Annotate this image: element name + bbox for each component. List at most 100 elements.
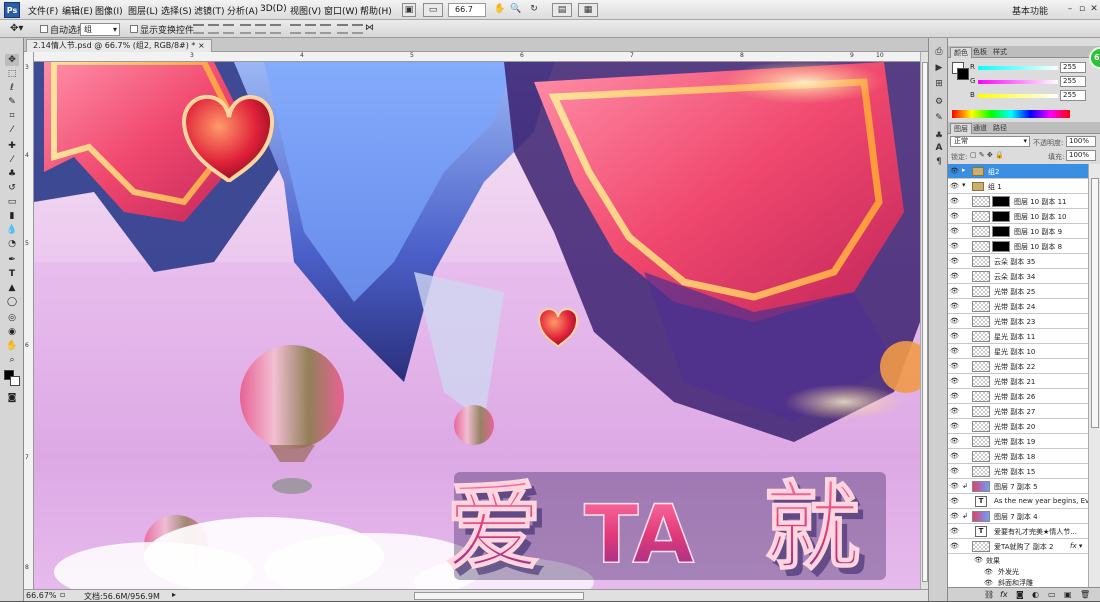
layer-row[interactable]: 👁 光带 副本 18	[948, 449, 1088, 464]
type-tool-icon[interactable]: T	[5, 268, 19, 280]
layer-row[interactable]: 👁 星光 副本 11	[948, 329, 1088, 344]
eye-icon[interactable]: 👁	[950, 197, 959, 205]
layer-row[interactable]: 👁 云朵 副本 34	[948, 269, 1088, 284]
fill-field[interactable]: 100%	[1066, 150, 1096, 161]
document-canvas[interactable]: 爱 爱 TA 就 就	[34, 62, 920, 589]
distribute-bottom-icon[interactable]	[320, 24, 331, 34]
align-top-icon[interactable]	[193, 24, 204, 34]
zoom-tool-icon[interactable]: ⌕	[5, 354, 19, 366]
move-tool-icon[interactable]: ✥	[5, 54, 19, 66]
layer-row[interactable]: 👁 ↲ 图层 7 副本 5	[948, 479, 1088, 494]
navigator-panel-icon[interactable]: ⊞	[933, 78, 945, 90]
zoom-tool-icon[interactable]: 🔍	[509, 3, 523, 17]
add-style-icon[interactable]: fx	[1000, 590, 1008, 599]
layer-row[interactable]: 👁 图层 10 副本 9	[948, 224, 1088, 239]
g-value[interactable]: 255	[1060, 76, 1086, 87]
eye-icon[interactable]: 👁	[950, 212, 959, 220]
3d-rotate-tool-icon[interactable]: ◎	[5, 312, 19, 324]
show-transform-checkbox[interactable]	[130, 25, 138, 33]
eye-icon[interactable]: 👁	[950, 392, 959, 400]
layer-row[interactable]: 👁 光带 副本 23	[948, 314, 1088, 329]
eyedropper-tool-icon[interactable]: ⁄	[5, 124, 19, 136]
character-panel-icon[interactable]: A	[933, 142, 945, 154]
healing-brush-tool-icon[interactable]: ✚	[5, 140, 19, 152]
workspace-switcher[interactable]: 基本功能	[1012, 4, 1048, 17]
eye-icon[interactable]: 👁	[950, 467, 959, 475]
layer-row[interactable]: 👁 光带 副本 24	[948, 299, 1088, 314]
b-bar[interactable]	[978, 94, 1058, 98]
eye-icon[interactable]: 👁	[950, 257, 959, 265]
layer-row[interactable]: 👁 爱TA就购了 副本 2 fx ▾	[948, 539, 1088, 554]
hand-tool-icon[interactable]: ✋	[5, 340, 19, 352]
brushes-panel-icon[interactable]: ✎	[933, 112, 945, 124]
layer-row[interactable]: 👁 T 爱要有礼才完美★情人节...	[948, 524, 1088, 539]
close-icon[interactable]: ✕	[1088, 3, 1100, 15]
layer-row[interactable]: 👁 光带 副本 22	[948, 359, 1088, 374]
menu-help[interactable]: 帮助(H)	[360, 4, 392, 17]
layer-effect-row[interactable]: 👁 斜面和浮雕	[948, 577, 1088, 587]
eye-icon[interactable]: 👁	[950, 242, 959, 250]
eye-icon[interactable]: 👁	[974, 556, 983, 564]
eraser-tool-icon[interactable]: ▭	[5, 196, 19, 208]
layer-effect-row[interactable]: 👁 外发光	[948, 566, 1088, 577]
eye-icon[interactable]: 👁	[950, 287, 959, 295]
blue-slider[interactable]: B 255	[970, 90, 1090, 102]
menu-file[interactable]: 文件(F)	[28, 4, 58, 17]
layer-row[interactable]: 👁 光带 副本 19	[948, 434, 1088, 449]
color-spectrum-bar[interactable]	[952, 110, 1070, 118]
layer-row[interactable]: 👁 图层 10 副本 10	[948, 209, 1088, 224]
delete-layer-icon[interactable]: 🗑	[1080, 590, 1090, 599]
layer-mask-thumbnail[interactable]	[992, 226, 1010, 237]
menu-analysis[interactable]: 分析(A)	[227, 4, 258, 17]
distribute-top-icon[interactable]	[290, 24, 301, 34]
clone-stamp-tool-icon[interactable]: ♣	[5, 168, 19, 180]
document-tab[interactable]: 2.14情人节.psd @ 66.7% (组2, RGB/8#) * ×	[26, 39, 212, 52]
eye-icon[interactable]: 👁	[950, 272, 959, 280]
menu-window[interactable]: 窗口(W)	[324, 4, 358, 17]
brush-tool-icon[interactable]: ⁄	[5, 154, 19, 166]
eye-icon[interactable]: 👁	[950, 407, 959, 415]
blend-mode-dropdown[interactable]: 正常 ▾	[950, 136, 1030, 147]
close-tab-icon[interactable]: ×	[198, 41, 205, 50]
eye-icon[interactable]: 👁	[950, 437, 959, 445]
layer-row[interactable]: 👁 星光 副本 10	[948, 344, 1088, 359]
scroll-thumb[interactable]	[1091, 178, 1099, 428]
menu-image[interactable]: 图像(I)	[95, 4, 123, 17]
view-extras-icon[interactable]: ▭	[423, 3, 443, 17]
eye-icon[interactable]: 👁	[950, 542, 959, 550]
b-value[interactable]: 255	[1060, 90, 1086, 101]
arrange-documents-icon[interactable]: ▤	[552, 3, 572, 17]
align-hcenter-icon[interactable]	[255, 24, 266, 34]
auto-select-checkbox[interactable]	[40, 25, 48, 33]
green-slider[interactable]: G 255	[970, 76, 1090, 88]
distribute-right-icon[interactable]	[352, 24, 363, 34]
tab-channels[interactable]: 通道	[970, 123, 990, 134]
tab-paths[interactable]: 路径	[990, 123, 1010, 134]
quick-select-tool-icon[interactable]: ✎	[5, 96, 19, 108]
layer-row[interactable]: 👁 ▾ 组 1	[948, 179, 1088, 194]
hand-tool-icon[interactable]: ✋	[493, 3, 507, 17]
layer-row[interactable]: 👁 光带 副本 26	[948, 389, 1088, 404]
blur-tool-icon[interactable]: 💧	[5, 224, 19, 236]
distribute-vcenter-icon[interactable]	[305, 24, 316, 34]
layers-scrollbar[interactable]	[1088, 164, 1100, 587]
eye-icon[interactable]: 👁	[950, 452, 959, 460]
canvas-horizontal-scrollbar[interactable]	[414, 592, 584, 600]
red-slider[interactable]: R 255	[970, 62, 1090, 74]
eye-icon[interactable]: 👁	[950, 227, 959, 235]
dodge-tool-icon[interactable]: ◔	[5, 238, 19, 250]
r-bar[interactable]	[978, 66, 1058, 70]
align-bottom-icon[interactable]	[223, 24, 234, 34]
eye-icon[interactable]: 👁	[950, 332, 959, 340]
layer-effects-row[interactable]: 👁 效果	[948, 554, 1088, 566]
crop-tool-icon[interactable]: ⌗	[5, 110, 19, 122]
rotate-view-icon[interactable]: ↻	[527, 3, 541, 17]
minimize-icon[interactable]: –	[1064, 3, 1076, 15]
adjustment-layer-icon[interactable]: ◐	[1032, 590, 1039, 599]
layer-mask-thumbnail[interactable]	[992, 196, 1010, 207]
layer-row[interactable]: 👁 ▸ 组2	[948, 164, 1088, 179]
zoom-level-field[interactable]: 66.7	[448, 3, 486, 17]
align-vcenter-icon[interactable]	[208, 24, 219, 34]
eye-icon[interactable]: 👁	[950, 527, 959, 535]
layer-mask-thumbnail[interactable]	[992, 241, 1010, 252]
